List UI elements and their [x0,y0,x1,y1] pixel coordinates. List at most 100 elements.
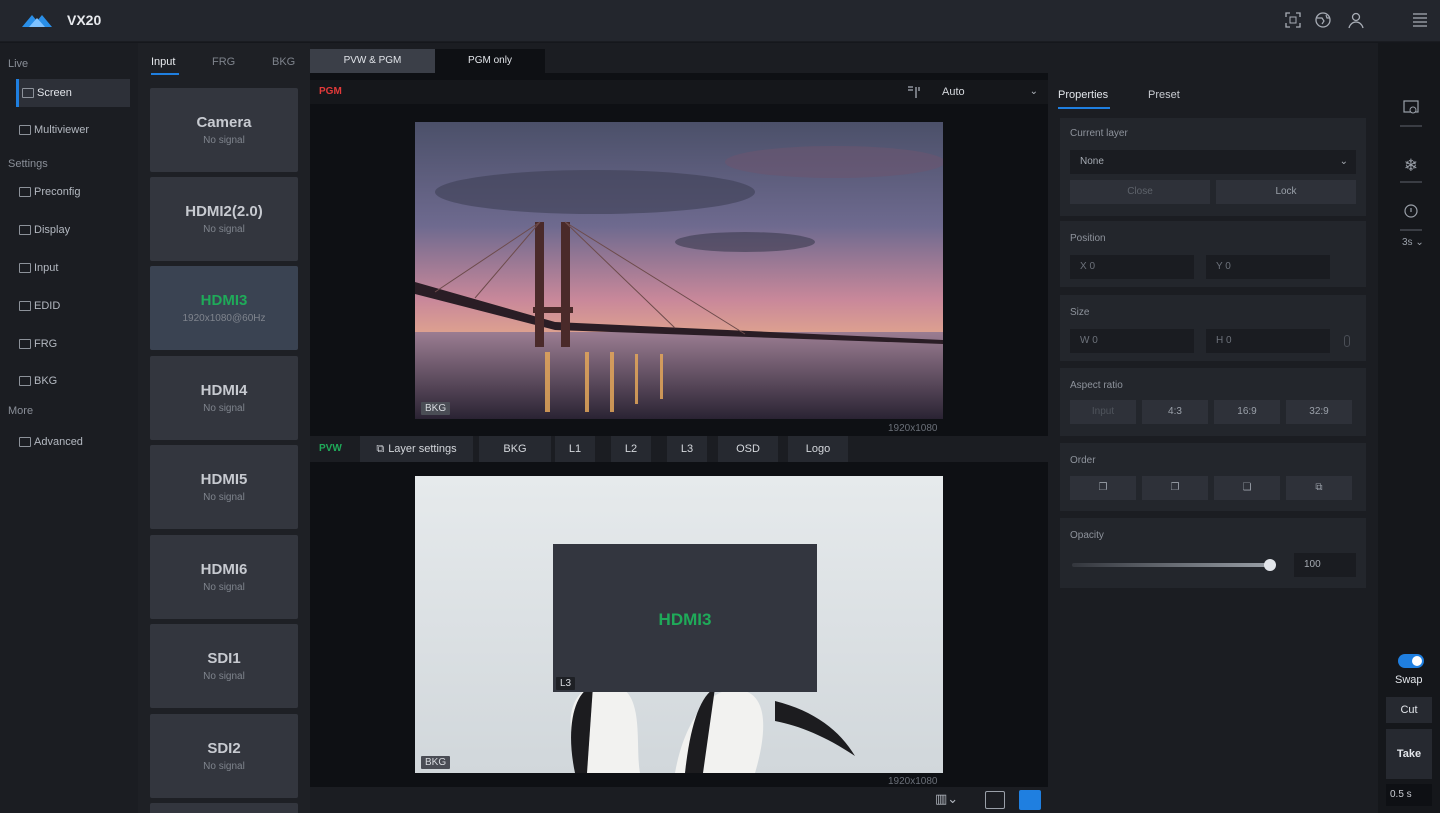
input-signal: No signal [203,761,245,772]
freeze-icon[interactable]: ❄ [1400,155,1422,177]
pvw-bkg-button[interactable]: BKG [479,436,551,462]
pvw-screen[interactable]: HDMI3 L3 BKG [415,476,943,773]
timer-select[interactable]: 3s ⌄ [1402,237,1424,248]
input-card-more[interactable] [150,803,298,813]
input-name: Camera [196,114,252,131]
size-h-input[interactable]: H 0 [1206,329,1330,353]
tab-properties[interactable]: Properties [1058,89,1108,101]
globe-icon[interactable] [1313,11,1333,31]
nav-item-input[interactable]: Input [16,254,130,282]
tab-bkg[interactable]: BKG [272,56,295,68]
input-card-hdmi6[interactable]: HDMI6 No signal [150,535,298,619]
input-card-sdi1[interactable]: SDI1 No signal [150,624,298,708]
bring-to-front-button[interactable]: ❐ [1070,476,1136,500]
input-name: SDI2 [207,740,241,757]
layer-tag: L3 [556,677,576,690]
position-y-input[interactable]: Y 0 [1206,255,1330,279]
input-icon [19,263,31,273]
display-icon [19,225,31,235]
take-button[interactable]: Take [1386,729,1432,779]
nav-item-screen[interactable]: Screen [16,79,130,107]
layout-icon[interactable]: ▥⌄ [935,791,959,809]
aspect-4-3-button[interactable]: 4:3 [1142,400,1208,424]
tab-pvw-pgm[interactable]: PVW & PGM [310,49,435,73]
size-w-input[interactable]: W 0 [1070,329,1194,353]
nav-item-label: Preconfig [34,186,81,198]
pgm-screen[interactable]: BKG [415,122,943,419]
pvw-l1-button[interactable]: L1 [555,436,595,462]
auto-select[interactable]: Auto ⌄ [938,82,1042,102]
duration-input[interactable]: 0.5 s [1386,784,1432,806]
nav-item-frg[interactable]: FRG [16,330,130,358]
nav-item-label: Screen [37,87,72,99]
input-card-camera[interactable]: Camera No signal [150,88,298,172]
tab-input[interactable]: Input [151,56,175,68]
input-signal: 1920x1080@60Hz [182,313,266,324]
aspect-16-9-button[interactable]: 16:9 [1214,400,1280,424]
input-name: HDMI3 [200,292,248,309]
nav-item-label: BKG [34,375,58,387]
divider [1400,125,1422,127]
position-x-input[interactable]: X 0 [1070,255,1194,279]
input-card-hdmi5[interactable]: HDMI5 No signal [150,445,298,529]
send-to-back-icon: ⧉ [1315,482,1323,493]
fullscreen-icon[interactable] [1283,11,1303,31]
aspect-input-button[interactable]: Input [1070,400,1136,424]
current-layer-select[interactable]: None ⌄ [1070,150,1356,174]
transition-icon[interactable] [906,84,922,100]
position-title: Position [1070,233,1106,244]
pvw-osd-button[interactable]: OSD [718,436,778,462]
opacity-input[interactable]: 100 [1294,553,1356,577]
menu-icon[interactable] [1410,11,1430,31]
tab-frg[interactable]: FRG [212,56,235,68]
nav-item-bkg[interactable]: BKG [16,367,130,395]
lock-button[interactable]: Lock [1216,180,1356,204]
layer-name: HDMI3 [658,610,712,629]
input-card-hdmi4[interactable]: HDMI4 No signal [150,356,298,440]
user-icon[interactable] [1346,11,1366,31]
cut-button[interactable]: Cut [1386,697,1432,723]
bring-forward-button[interactable]: ❐ [1142,476,1208,500]
frg-icon [19,339,31,349]
nav-section-settings: Settings [8,158,48,170]
link-icon[interactable] [1344,335,1350,347]
tab-pgm-only[interactable]: PGM only [435,49,545,73]
screen-icon [22,88,34,98]
current-layer-value: None [1080,156,1104,167]
opacity-slider-handle[interactable] [1264,559,1276,571]
aspect-32-9-button[interactable]: 32:9 [1286,400,1352,424]
close-button[interactable]: Close [1070,180,1210,204]
view-tabs: PVW & PGM PGM only [310,43,1048,73]
pvw-resolution: 1920x1080 [888,776,938,787]
aspect-ratio-section: Aspect ratio Input 4:3 16:9 32:9 [1060,368,1366,436]
logo-icon [22,15,52,27]
nav-item-display[interactable]: Display [16,216,130,244]
nav-item-label: Multiviewer [34,124,90,136]
pvw-logo-button[interactable]: Logo [788,436,848,462]
layer-l3[interactable]: HDMI3 L3 [553,544,817,692]
chevron-down-icon: ⌄ [1029,86,1038,97]
nav-item-advanced[interactable]: Advanced [16,428,130,456]
input-card-hdmi3[interactable]: HDMI3 1920x1080@60Hz [150,266,298,350]
nav-item-edid[interactable]: EDID [16,292,130,320]
multiview-toggle-icon[interactable] [985,791,1005,809]
pvw-l3-button[interactable]: L3 [667,436,707,462]
input-signal: No signal [203,582,245,593]
timer-value: 3s [1402,237,1413,248]
nav-item-multiviewer[interactable]: Multiviewer [16,116,130,144]
send-to-back-button[interactable]: ⧉ [1286,476,1352,500]
input-card-hdmi2[interactable]: HDMI2(2.0) No signal [150,177,298,261]
send-backward-button[interactable]: ❏ [1214,476,1280,500]
input-card-sdi2[interactable]: SDI2 No signal [150,714,298,798]
timer-icon[interactable] [1400,203,1422,225]
overlay-toggle-icon[interactable] [1019,790,1041,810]
layer-settings-button[interactable]: ⧉ Layer settings [360,436,473,462]
opacity-slider-track[interactable] [1072,563,1272,567]
tab-preset[interactable]: Preset [1148,89,1180,101]
pvw-l2-button[interactable]: L2 [611,436,651,462]
preview-icon[interactable] [1400,99,1422,121]
center-area: PVW & PGM PGM only PGM Auto ⌄ BKG 1920x1… [310,43,1048,813]
tab-input-underline [151,73,179,75]
nav-item-preconfig[interactable]: Preconfig [16,178,130,206]
swap-toggle[interactable] [1398,654,1424,668]
